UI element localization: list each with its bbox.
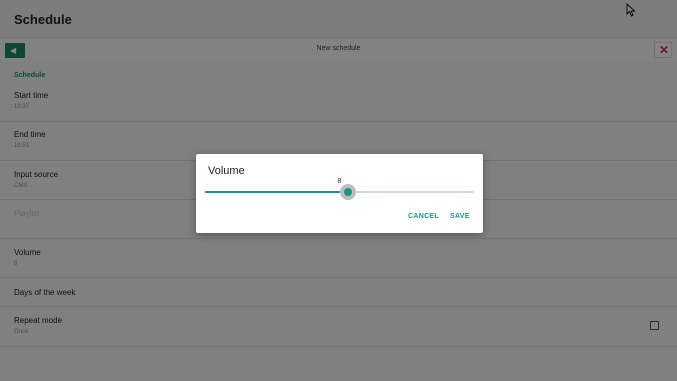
- volume-slider-thumb[interactable]: [339, 184, 356, 200]
- dialog-title: Volume: [208, 165, 245, 177]
- volume-slider-value: 8: [337, 178, 342, 185]
- volume-slider-thumb-dot: [343, 188, 352, 196]
- cancel-button[interactable]: CANCEL: [408, 213, 439, 220]
- volume-slider-fill: [205, 191, 348, 193]
- save-button[interactable]: SAVE: [450, 213, 470, 220]
- volume-dialog: Volume 8 CANCEL SAVE: [196, 154, 483, 233]
